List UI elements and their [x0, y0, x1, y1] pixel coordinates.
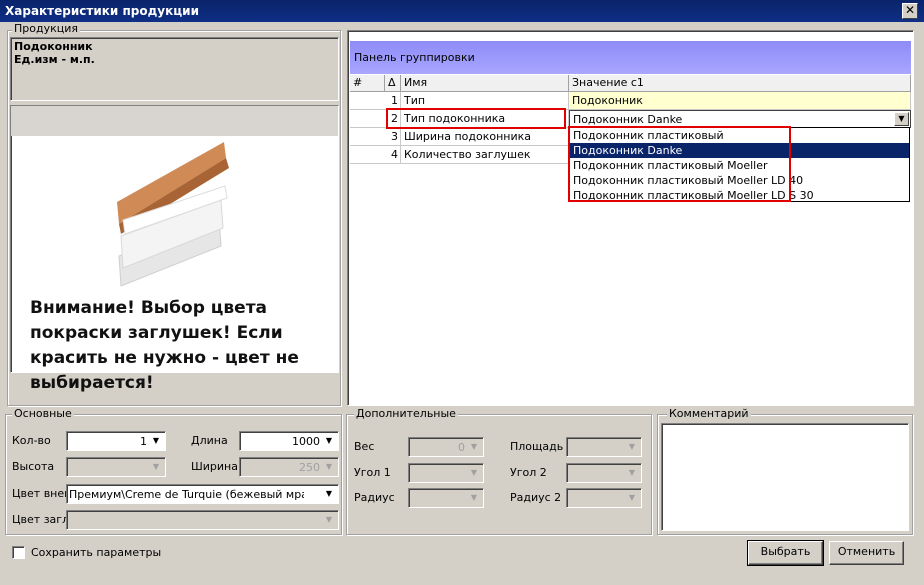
row-name: Количество заглушек	[401, 146, 569, 164]
radius-field: ▼	[408, 488, 484, 508]
qty-value: 1	[140, 435, 147, 448]
highlight-name-box	[386, 108, 566, 129]
close-icon[interactable]: ✕	[902, 3, 918, 19]
row-num: 4	[350, 146, 401, 164]
color-cap-field: ▼	[66, 510, 339, 530]
product-group-label: Продукция	[12, 22, 80, 35]
save-params-label: Сохранить параметры	[31, 546, 162, 559]
length-label: Длина	[191, 434, 228, 447]
radius2-label: Радиус 2	[510, 491, 562, 504]
height-label: Высота	[12, 460, 55, 473]
row-value[interactable]: Подоконник	[569, 92, 911, 110]
angle1-label: Угол 1	[354, 466, 391, 479]
chevron-down-icon: ▼	[628, 442, 636, 451]
extra-group-label: Дополнительные	[354, 407, 458, 420]
width-field: 250 ▼	[239, 457, 339, 477]
chevron-down-icon[interactable]: ▼	[323, 488, 335, 500]
group-panel: Панель группировки	[350, 41, 911, 74]
properties-grid: Панель группировки # Δ Имя Значение с1 1…	[347, 30, 914, 406]
length-value: 1000	[292, 435, 320, 448]
area-label: Площадь	[510, 440, 564, 453]
col-value-header[interactable]: Значение с1	[569, 75, 911, 92]
col-name-header[interactable]: Имя	[401, 75, 569, 92]
col-num-header[interactable]: #	[350, 75, 385, 92]
notice-text: Внимание! Выбор цвета покраски заглушек!…	[30, 298, 299, 393]
qty-label: Кол-во	[12, 434, 51, 447]
chevron-down-icon: ▼	[470, 493, 478, 502]
chevron-down-icon: ▼	[325, 462, 333, 471]
image-top-band	[11, 106, 338, 136]
save-params-checkbox[interactable]	[12, 546, 25, 559]
height-field: ▼	[66, 457, 166, 477]
area-field: ▼	[566, 437, 642, 457]
radius-label: Радиус	[354, 491, 395, 504]
radius2-field: ▼	[566, 488, 642, 508]
product-info-box: Подоконник Ед.изм - м.п.	[10, 37, 339, 101]
width-label: Ширина	[191, 460, 238, 473]
window-title: Характеристики продукции	[0, 0, 924, 22]
length-field[interactable]: 1000 ▼	[239, 431, 339, 451]
chevron-down-icon: ▼	[152, 462, 160, 471]
angle2-field: ▼	[566, 463, 642, 483]
chevron-down-icon[interactable]: ▼	[894, 112, 909, 126]
cancel-button[interactable]: Отменить	[829, 541, 904, 565]
weight-field: 0 ▼	[408, 437, 484, 457]
color-out-label: Цвет внешн	[12, 487, 68, 500]
weight-label: Вес	[354, 440, 375, 453]
basic-group-label: Основные	[12, 407, 74, 420]
color-out-value: Премиум\Creme de Turquie (бежевый мрамо.…	[69, 488, 304, 501]
product-image-box: Внимание! Выбор цвета покраски заглушек!…	[10, 105, 339, 393]
weight-value: 0	[458, 441, 465, 454]
col-sort-header[interactable]: Δ	[385, 75, 401, 92]
color-cap-label: Цвет заглу	[12, 513, 68, 526]
qty-field[interactable]: 1 ▼	[66, 431, 166, 451]
chevron-down-icon: ▼	[628, 493, 636, 502]
angle1-field: ▼	[408, 463, 484, 483]
width-value: 250	[299, 461, 320, 474]
comment-textarea[interactable]	[661, 423, 909, 531]
highlight-dropdown-box	[568, 126, 791, 202]
row-name: Ширина подоконника	[401, 128, 569, 146]
windowsill-image	[117, 142, 229, 287]
chevron-down-icon: ▼	[325, 515, 333, 524]
select-button[interactable]: Выбрать	[747, 540, 824, 566]
product-unit: Ед.изм - м.п.	[14, 53, 95, 66]
type-select-value: Подоконник Danke	[573, 113, 683, 126]
chevron-down-icon[interactable]: ▼	[323, 435, 335, 447]
color-out-field[interactable]: Премиум\Creme de Turquie (бежевый мрамо.…	[66, 484, 339, 504]
chevron-down-icon[interactable]: ▼	[150, 435, 162, 447]
angle2-label: Угол 2	[510, 466, 547, 479]
row-num: 3	[350, 128, 401, 146]
comment-group-label: Комментарий	[667, 407, 751, 420]
chevron-down-icon: ▼	[470, 442, 478, 451]
chevron-down-icon: ▼	[628, 468, 636, 477]
chevron-down-icon: ▼	[470, 468, 478, 477]
product-name: Подоконник	[14, 40, 93, 53]
